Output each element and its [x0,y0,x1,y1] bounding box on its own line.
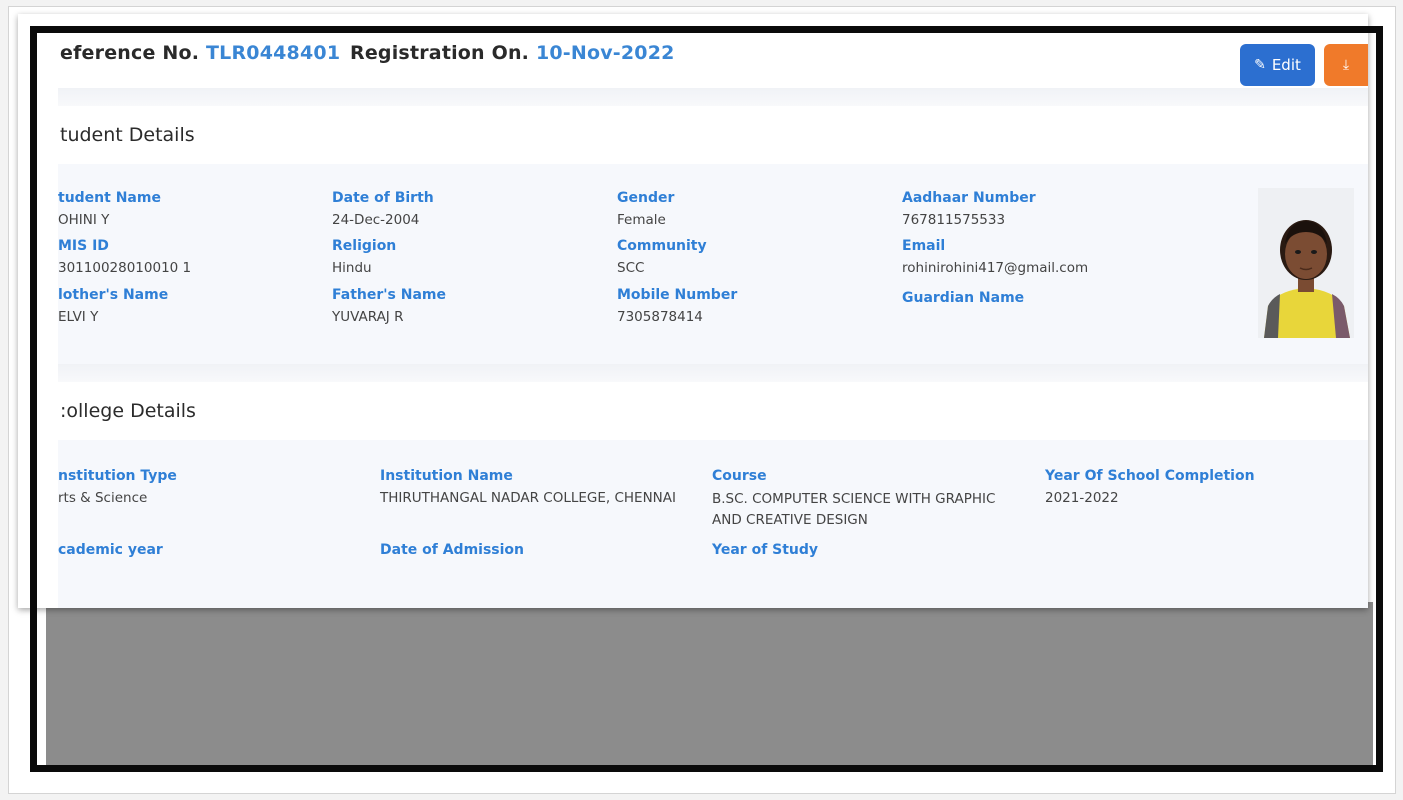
student-name-value: OHINI Y [58,212,110,228]
institution-name-label: Institution Name [380,468,513,484]
school-completion-value: 2021-2022 [1045,490,1119,506]
institution-name-value: THIRUTHANGAL NADAR COLLEGE, CHENNAI [380,490,676,506]
father-name-value: YUVARAJ R [332,309,404,325]
grey-background [46,602,1373,765]
dob-value: 24-Dec-2004 [332,212,420,228]
student-details-title: tudent Details [60,124,195,146]
community-label: Community [617,238,707,254]
religion-value: Hindu [332,260,372,276]
reference-number: eference No. TLR0448401 [60,42,340,64]
registration-card: eference No. TLR0448401 Registration On.… [18,14,1368,608]
registration-label: Registration On. [350,42,530,64]
college-details-title: :ollege Details [60,400,196,422]
aadhaar-label: Aadhaar Number [902,190,1036,206]
header-bar: eference No. TLR0448401 Registration On.… [18,14,1368,92]
admission-date-label: Date of Admission [380,542,525,558]
pdf-icon: ⤓ [1342,57,1350,73]
aadhaar-value: 767811575533 [902,212,1006,228]
mobile-number-value: 7305878414 [617,309,703,325]
edit-button-label: Edit [1271,56,1301,74]
section-divider [58,88,1368,106]
edit-button[interactable]: ✎ Edit [1240,44,1315,86]
dob-label: Date of Birth [332,190,434,206]
mother-name-value: ELVI Y [58,309,99,325]
community-value: SCC [617,260,645,276]
course-label: Course [712,468,767,484]
reference-label: eference No. [60,42,200,64]
registration-value: 10-Nov-2022 [535,42,675,64]
mother-name-label: lother's Name [58,287,169,303]
section-divider-2 [58,364,1368,382]
student-name-label: tudent Name [58,190,161,206]
email-value: rohinirohini417@gmail.com [902,260,1089,276]
religion-label: Religion [332,238,397,254]
course-value: B.SC. COMPUTER SCIENCE WITH GRAPHIC AND … [712,491,996,528]
pdf-button[interactable]: ⤓ [1324,44,1368,86]
registration-date: Registration On. 10-Nov-2022 [350,42,675,64]
academic-year-label: cademic year [58,542,163,558]
student-photo [1258,188,1354,338]
email-label: Email [902,238,946,254]
reference-value: TLR0448401 [206,42,341,64]
student-photo-image [1258,188,1354,338]
pencil-icon: ✎ [1254,57,1266,73]
gender-value: Female [617,212,666,228]
guardian-name-label: Guardian Name [902,290,1025,306]
college-details-panel: nstitution Type rts & Science Institutio… [58,440,1368,608]
emis-id-value: 30110028010010 1 [58,260,192,276]
institution-type-label: nstitution Type [58,468,177,484]
school-completion-label: Year Of School Completion [1045,468,1255,484]
year-of-study-label: Year of Study [712,542,819,558]
student-details-panel: tudent Name OHINI Y Date of Birth 24-Dec… [58,164,1368,364]
emis-id-label: MIS ID [58,238,109,254]
mobile-number-label: Mobile Number [617,287,738,303]
gender-label: Gender [617,190,675,206]
father-name-label: Father's Name [332,287,446,303]
institution-type-value: rts & Science [58,490,148,506]
